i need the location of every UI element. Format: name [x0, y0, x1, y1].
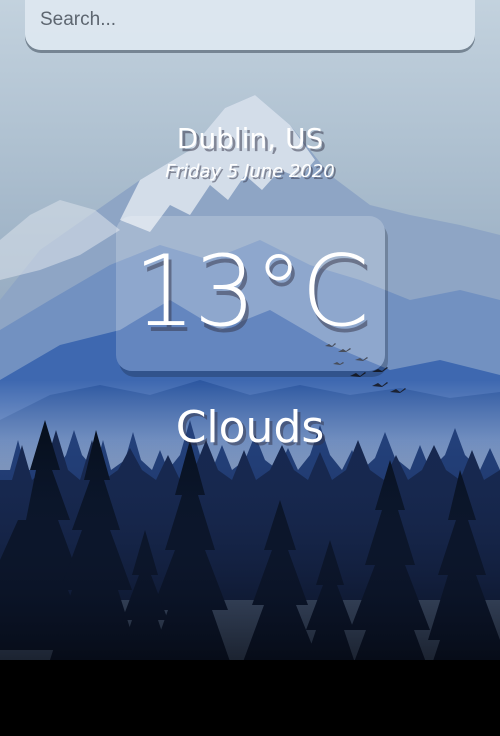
- search-input[interactable]: [25, 0, 475, 40]
- search-box: [25, 0, 475, 50]
- location-label: Dublin, US: [176, 122, 324, 155]
- temperature-box: 13°C: [116, 216, 385, 371]
- temperature-value: 13°C: [133, 235, 369, 349]
- weather-condition: Clouds: [175, 402, 325, 453]
- date-label: Friday 5 June 2020: [165, 161, 335, 182]
